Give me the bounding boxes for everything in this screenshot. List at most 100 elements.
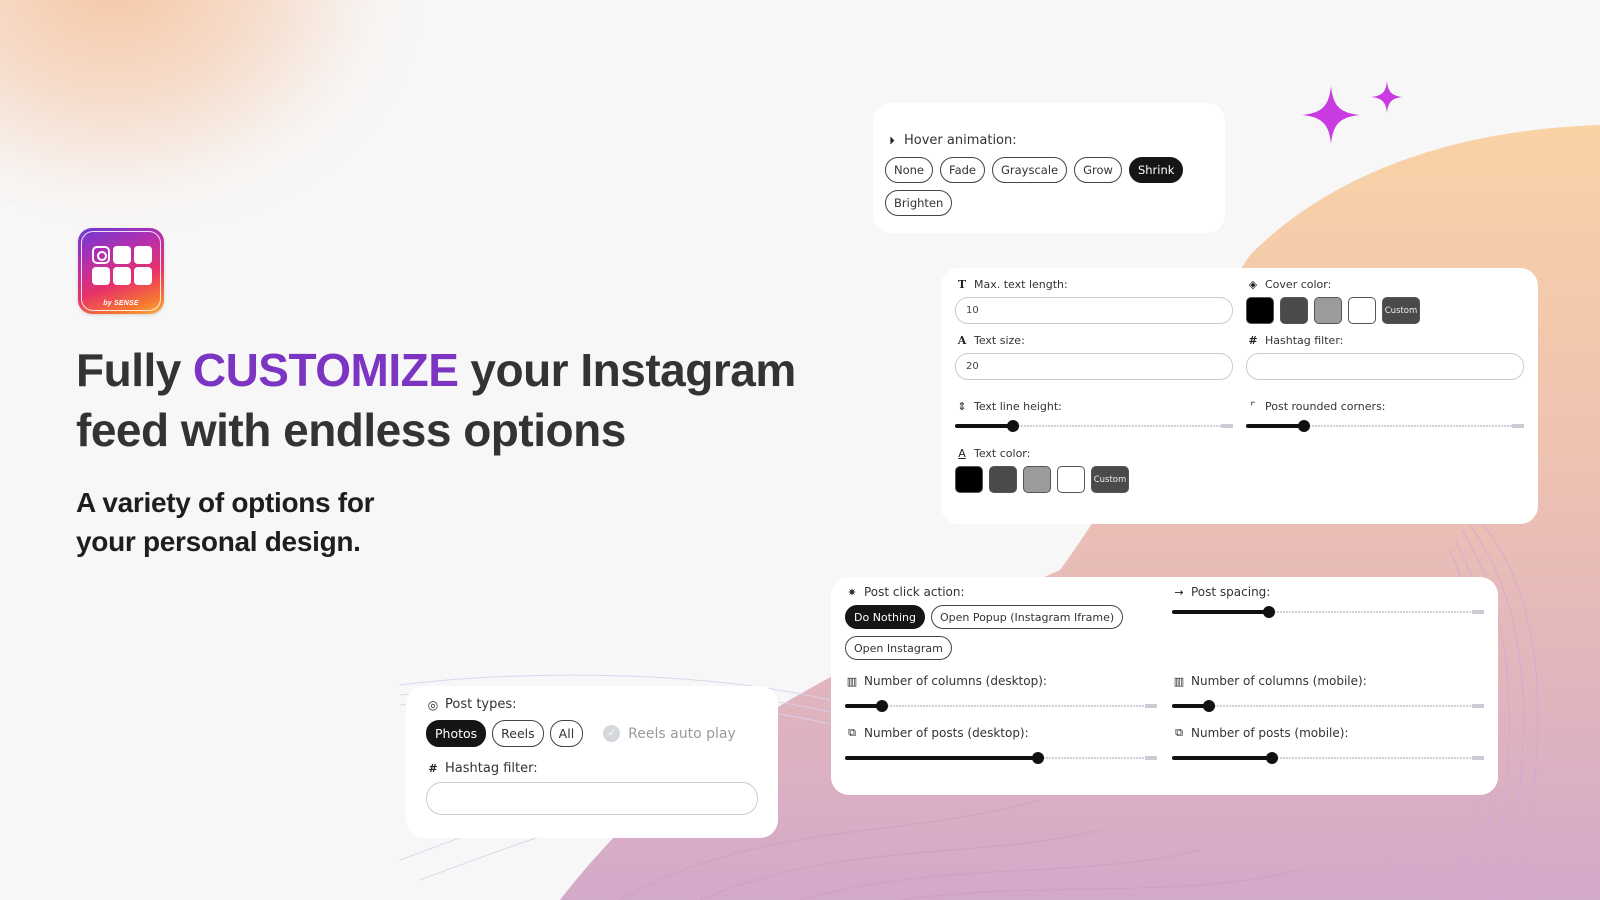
- columns-mobile-field: ▥ Number of columns (mobile):: [1172, 674, 1484, 713]
- hover-animation-options: None Fade Grayscale Grow Shrink Brighten: [885, 157, 1213, 216]
- logo-tile: [113, 267, 131, 285]
- hover-option-grayscale[interactable]: Grayscale: [992, 157, 1068, 183]
- cover-color-swatch-black[interactable]: [1246, 297, 1274, 324]
- text-size-input[interactable]: [955, 353, 1233, 380]
- text-color-custom-button[interactable]: Custom: [1091, 466, 1129, 493]
- cover-color-field: ◈ Cover color: Custom: [1246, 278, 1524, 324]
- post-rounded-corners-label-text: Post rounded corners:: [1265, 400, 1386, 413]
- hover-option-brighten[interactable]: Brighten: [885, 190, 953, 216]
- text-size-label-text: Text size:: [974, 334, 1025, 347]
- post-type-all[interactable]: All: [549, 720, 584, 747]
- post-types-label-text: Post types:: [445, 697, 517, 712]
- post-rounded-corners-label: ⌜ Post rounded corners:: [1246, 400, 1524, 413]
- post-rounded-corners-field: ⌜ Post rounded corners:: [1246, 400, 1524, 433]
- slider-fill: [1246, 424, 1305, 428]
- text-color-label: A Text color:: [955, 447, 1233, 460]
- subheadline-line-1: A variety of options for: [76, 487, 375, 518]
- slider-thumb[interactable]: [1007, 420, 1020, 432]
- post-rounded-corners-slider[interactable]: [1246, 419, 1524, 433]
- post-spacing-slider[interactable]: [1172, 605, 1484, 619]
- hash-icon: #: [428, 762, 438, 775]
- posts-mobile-slider[interactable]: [1172, 751, 1484, 765]
- text-color-swatches: Custom: [955, 466, 1233, 493]
- text-color-swatch-dark-gray[interactable]: [989, 466, 1017, 493]
- post-spacing-field: → Post spacing:: [1172, 585, 1484, 660]
- columns-mobile-slider[interactable]: [1172, 699, 1484, 713]
- click-option-open-instagram[interactable]: Open Instagram: [845, 636, 952, 660]
- text-color-icon: A: [958, 447, 966, 460]
- posts-mobile-label-text: Number of posts (mobile):: [1191, 726, 1349, 740]
- slider-track: [1172, 704, 1484, 708]
- slider-thumb[interactable]: [1298, 420, 1311, 432]
- logo-tile: [134, 246, 152, 264]
- paint-bucket-icon: ◈: [1248, 278, 1258, 291]
- text-color-swatch-white[interactable]: [1057, 466, 1085, 493]
- hashtag-filter-field: # Hashtag filter:: [1246, 334, 1524, 380]
- post-types-card: ◎ Post types: Photos Reels All ✓ Reels a…: [406, 686, 778, 838]
- peach-glow: [0, 0, 420, 230]
- cover-color-swatch-dark-gray[interactable]: [1280, 297, 1308, 324]
- slider-track: [845, 704, 1157, 708]
- headline-line-2: feed with endless options: [76, 404, 626, 456]
- page-headline: Fully CUSTOMIZE your Instagram feed with e…: [76, 340, 856, 460]
- app-logo: by SENSE: [78, 228, 164, 314]
- posts-desktop-slider[interactable]: [845, 751, 1157, 765]
- logo-tagline: by SENSE: [103, 300, 139, 307]
- hover-option-none[interactable]: None: [885, 157, 934, 183]
- text-a-icon: A: [957, 334, 967, 347]
- slider-fill: [845, 756, 1039, 760]
- post-type-photos[interactable]: Photos: [426, 720, 487, 747]
- cover-color-label-text: Cover color:: [1265, 278, 1332, 291]
- text-color-swatch-gray[interactable]: [1023, 466, 1051, 493]
- cover-color-swatch-white[interactable]: [1348, 297, 1376, 324]
- post-click-action-label-text: Post click action:: [864, 585, 965, 599]
- post-click-action-field: ✷ Post click action: Do Nothing Open Pop…: [845, 585, 1157, 660]
- post-spacing-label: → Post spacing:: [1172, 585, 1484, 599]
- columns-icon: ▥: [1173, 674, 1185, 688]
- text-color-swatch-black[interactable]: [955, 466, 983, 493]
- hover-option-fade[interactable]: Fade: [940, 157, 985, 183]
- hover-option-shrink[interactable]: Shrink: [1128, 157, 1184, 183]
- text-settings-card: T Max. text length: ◈ Cover color: Custo…: [941, 268, 1538, 524]
- reels-auto-play-checkbox[interactable]: ✓ Reels auto play: [603, 725, 736, 742]
- text-size-field: A Text size:: [955, 334, 1233, 380]
- columns-mobile-label: ▥ Number of columns (mobile):: [1172, 674, 1484, 688]
- slider-thumb[interactable]: [1203, 700, 1216, 712]
- slider-thumb[interactable]: [1262, 606, 1275, 618]
- posts-stack-icon: ⧉: [1175, 726, 1183, 739]
- text-line-height-slider[interactable]: [955, 419, 1233, 433]
- logo-tile: [113, 246, 131, 264]
- text-size-label: A Text size:: [955, 334, 1233, 347]
- posts-desktop-label-text: Number of posts (desktop):: [864, 726, 1029, 740]
- max-text-length-input[interactable]: [955, 297, 1233, 324]
- click-option-open-popup[interactable]: Open Popup (Instagram Iframe): [930, 605, 1124, 629]
- max-text-length-label: T Max. text length:: [955, 278, 1233, 291]
- posts-mobile-label: ⧉ Number of posts (mobile):: [1172, 726, 1484, 740]
- hash-icon: #: [1248, 334, 1258, 347]
- arrow-right-icon: →: [1174, 585, 1184, 599]
- headline-part-1: Fully: [76, 344, 181, 396]
- slider-fill: [955, 424, 1014, 428]
- click-option-do-nothing[interactable]: Do Nothing: [845, 605, 925, 629]
- slider-thumb[interactable]: [1032, 752, 1045, 764]
- posts-desktop-label: ⧉ Number of posts (desktop):: [845, 726, 1157, 740]
- posts-mobile-field: ⧉ Number of posts (mobile):: [1172, 726, 1484, 765]
- post-type-reels[interactable]: Reels: [492, 720, 544, 747]
- columns-desktop-label: ▥ Number of columns (desktop):: [845, 674, 1157, 688]
- instagram-icon: ◎: [427, 697, 439, 712]
- hover-animation-card: ⏵ Hover animation: None Fade Grayscale G…: [873, 103, 1225, 233]
- line-height-icon: ⇕: [957, 400, 967, 413]
- cover-color-custom-button[interactable]: Custom: [1382, 297, 1420, 324]
- columns-desktop-slider[interactable]: [845, 699, 1157, 713]
- slider-fill: [1172, 610, 1269, 614]
- headline-part-2: your Instagram: [470, 344, 796, 396]
- hover-option-grow[interactable]: Grow: [1074, 157, 1122, 183]
- slider-thumb[interactable]: [1265, 752, 1278, 764]
- hashtag-filter-input[interactable]: [1246, 353, 1524, 380]
- cover-color-swatch-gray[interactable]: [1314, 297, 1342, 324]
- types-hashtag-filter-input[interactable]: [426, 782, 758, 815]
- slider-thumb[interactable]: [876, 700, 889, 712]
- max-text-length-label-text: Max. text length:: [974, 278, 1068, 291]
- max-text-length-field: T Max. text length:: [955, 278, 1233, 324]
- instagram-glyph-icon: [92, 246, 110, 264]
